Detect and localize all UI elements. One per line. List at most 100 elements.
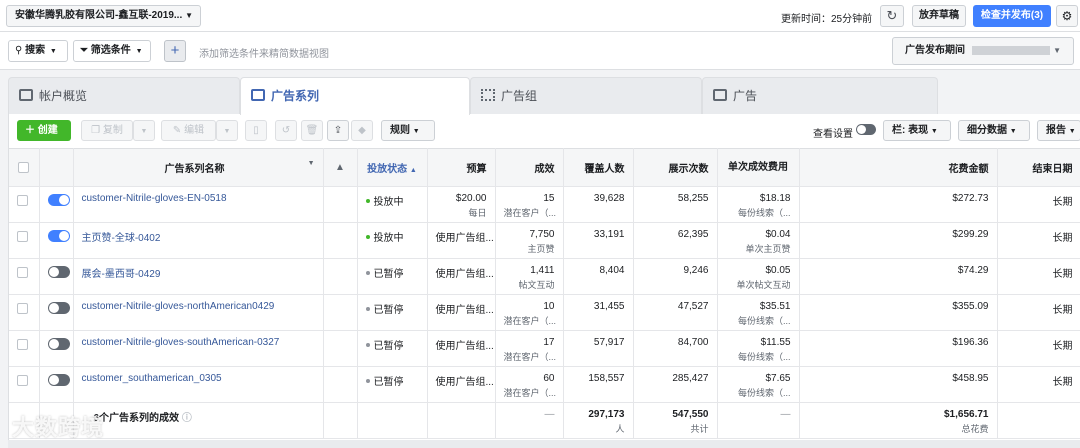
table-row[interactable]: 展会-墨西哥-0429 已暂停 使用广告组... 1,411 帖文互动 8,404 9,24…	[9, 258, 1080, 295]
column-header-results[interactable]: 成效	[495, 148, 564, 187]
amount-spent-cell: $355.09	[799, 294, 998, 331]
totals-cell	[997, 402, 1080, 439]
campaign-name-link[interactable]: 展会-墨西哥-0429	[82, 269, 161, 280]
search-button[interactable]: ⚲ 搜索 ▼	[8, 40, 68, 62]
row-checkbox[interactable]	[17, 375, 28, 386]
campaign-name-cell: customer_southamerican_0305	[73, 366, 324, 403]
export-button[interactable]: ⇪	[327, 120, 349, 141]
select-all-checkbox[interactable]	[18, 161, 30, 173]
filter-placeholder[interactable]: 添加筛选条件来精简数据视图	[199, 45, 329, 60]
totals-cell	[323, 402, 358, 439]
column-header-name[interactable]: 广告系列名称 ▼	[73, 148, 324, 187]
end-date-cell: 长期	[997, 294, 1080, 331]
tab-ads[interactable]: 广告	[702, 77, 938, 114]
table-row[interactable]: customer_southamerican_0305 已暂停 使用广告组... 60…	[9, 366, 1080, 403]
reports-button[interactable]: 报告 ▼	[1037, 120, 1080, 141]
warning-cell	[323, 294, 358, 331]
results-value: 15	[543, 193, 555, 204]
campaign-toggle[interactable]	[47, 194, 70, 206]
chevron-down-icon: ▼	[412, 128, 420, 135]
budget-value: 使用广告组...	[435, 377, 494, 388]
view-settings-label: 查看设置	[813, 129, 853, 140]
column-header-budget[interactable]: 预算	[427, 148, 496, 187]
table-row[interactable]: 主页赞-全球-0402 投放中 使用广告组... 7,750 主页赞 33,191 62,3…	[9, 222, 1080, 259]
results-cell: 1,411 帖文互动	[495, 258, 564, 295]
date-range-picker[interactable]: 广告发布期间 ▼	[892, 37, 1074, 65]
impressions-cell: 84,700	[633, 330, 718, 367]
column-label: 广告系列名称	[164, 164, 225, 175]
row-checkbox[interactable]	[17, 303, 28, 314]
ad-icon	[713, 89, 727, 101]
column-header-reach[interactable]: 覆盖人数	[563, 148, 634, 187]
column-header-end-date[interactable]: 结束日期	[997, 148, 1080, 187]
columns-button[interactable]: 栏: 表现 ▼	[883, 120, 951, 141]
chevron-down-icon: ▼	[49, 48, 57, 55]
amount-spent-cell: $74.29	[799, 258, 998, 295]
tab-ad-sets[interactable]: 广告组	[470, 77, 702, 114]
status-dot	[365, 199, 370, 203]
edit-label: 编辑	[184, 125, 205, 136]
date-range-value-redacted	[971, 45, 1050, 55]
tab-account-overview[interactable]: 帐户概览	[8, 77, 240, 114]
filters-button[interactable]: ⏷ 筛选条件 ▼	[73, 40, 151, 62]
campaign-toggle[interactable]	[47, 266, 70, 278]
table-row[interactable]: customer-Nitrile-gloves-northAmerican042…	[9, 294, 1080, 331]
view-settings-toggle[interactable]	[856, 124, 876, 135]
delivery-status: 已暂停	[373, 341, 404, 352]
tab-campaigns[interactable]: 广告系列	[240, 77, 470, 115]
column-header-delivery[interactable]: 投放状态 ▲	[357, 148, 428, 187]
campaign-toggle[interactable]	[47, 302, 70, 314]
warning-cell	[323, 258, 358, 295]
settings-button[interactable]: ⚙	[1056, 5, 1078, 27]
column-header-impressions[interactable]: 展示次数	[633, 148, 718, 187]
row-checkbox[interactable]	[17, 195, 28, 206]
results-cell: 17 潜在客户（...	[495, 330, 564, 367]
campaign-toggle[interactable]	[47, 374, 70, 386]
column-header-amount-spent[interactable]: 花费金额	[799, 148, 998, 187]
delivery-status: 投放中	[373, 233, 404, 244]
discard-draft-button[interactable]: 放弃草稿	[912, 5, 966, 27]
campaigns-table: 广告系列名称 ▼ ▲ 投放状态 ▲ 预算 成效 覆盖人数 展示次数 单次成效费用 …	[9, 148, 1080, 439]
horizontal-scrollbar[interactable]	[8, 440, 1080, 448]
edit-menu-button[interactable]: ▼	[216, 120, 238, 141]
breakdown-button[interactable]: 细分数据 ▼	[958, 120, 1030, 141]
create-button[interactable]: ＋ 创建	[17, 120, 71, 141]
budget-value: 使用广告组...	[435, 305, 494, 316]
row-checkbox[interactable]	[17, 267, 28, 278]
campaign-name-link[interactable]: customer-Nitrile-gloves-northAmerican042…	[82, 301, 275, 312]
campaign-name-link[interactable]: customer-Nitrile-gloves-EN-0518	[82, 193, 227, 204]
review-publish-button[interactable]: 检查并发布(3)	[973, 5, 1051, 27]
campaign-name-link[interactable]: customer_southamerican_0305	[82, 373, 222, 384]
duplicate-menu-button[interactable]: ▼	[133, 120, 155, 141]
table-row[interactable]: customer-Nitrile-gloves-southAmerican-03…	[9, 330, 1080, 367]
add-filter-button[interactable]: +	[164, 40, 186, 62]
reset-button[interactable]: ↺	[275, 120, 297, 141]
amount-spent-cell: $196.36	[799, 330, 998, 367]
date-range-label: 广告发布期间	[905, 45, 965, 56]
row-checkbox[interactable]	[17, 231, 28, 242]
rules-button[interactable]: 规则 ▼	[381, 120, 435, 141]
column-label: 花费金额	[948, 164, 989, 175]
delivery-status: 已暂停	[373, 377, 404, 388]
duplicate-icon: ❐	[91, 125, 101, 136]
tag-button[interactable]: ◆	[351, 120, 373, 141]
totals-reach-cell: 297,173 人	[563, 402, 634, 439]
edit-button[interactable]: ✎ 编辑	[161, 120, 216, 141]
row-checkbox[interactable]	[17, 339, 28, 350]
campaign-toggle[interactable]	[47, 338, 70, 350]
row-select-cell	[9, 186, 40, 223]
refresh-button[interactable]: ↻	[880, 5, 904, 27]
campaign-name-link[interactable]: customer-Nitrile-gloves-southAmerican-03…	[82, 337, 280, 348]
ab-test-button[interactable]: ▯	[245, 120, 267, 141]
account-selector[interactable]: 安徽华腾乳胶有限公司-鑫互联-2019... ▼	[6, 5, 201, 27]
warning-cell	[323, 222, 358, 259]
table-row[interactable]: customer-Nitrile-gloves-EN-0518 投放中 $20.00…	[9, 186, 1080, 223]
duplicate-button[interactable]: ❐ 复制	[81, 120, 133, 141]
delete-button[interactable]: 🗑	[301, 120, 323, 141]
tab-label: 帐户概览	[39, 89, 88, 103]
campaign-name-cell: customer-Nitrile-gloves-northAmerican042…	[73, 294, 324, 331]
column-header-cost-per-result[interactable]: 单次成效费用	[717, 148, 800, 187]
delivery-status: 已暂停	[373, 269, 404, 280]
campaign-name-link[interactable]: 主页赞-全球-0402	[82, 233, 161, 244]
campaign-toggle[interactable]	[47, 230, 70, 242]
